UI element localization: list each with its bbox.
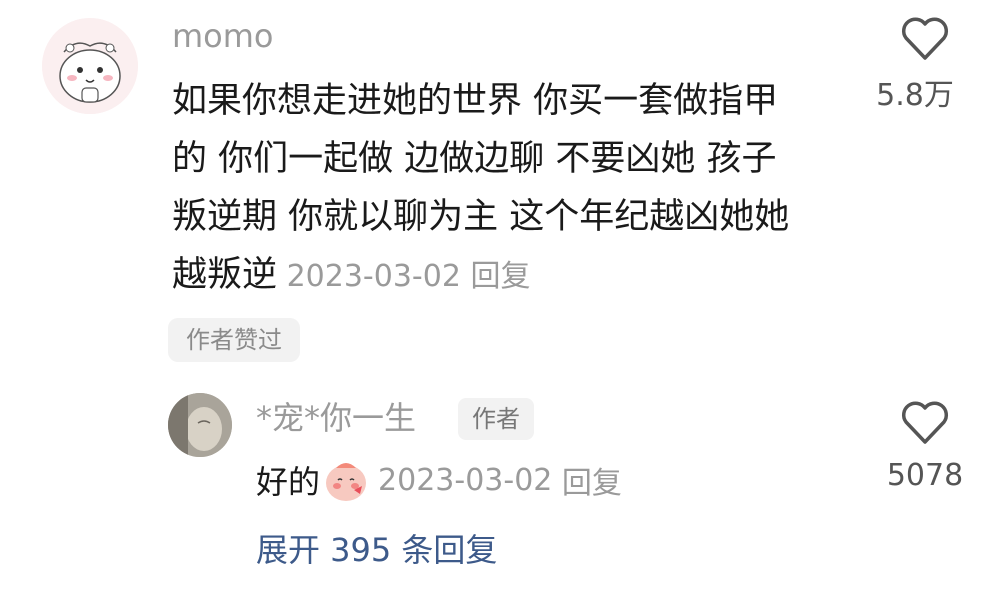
comment-line: 叛逆期 你就以聊为主 这个年纪越凶她她: [172, 197, 790, 237]
reply-button[interactable]: 回复: [562, 458, 622, 502]
reply-avatar[interactable]: [168, 393, 232, 457]
cartoon-avatar-icon: [42, 18, 138, 114]
commenter-avatar[interactable]: [42, 18, 138, 114]
comment-text: 如果你想走进她的世界 你买一套做指甲 的 你们一起做 边做边聊 不要凶她 孩子 …: [172, 72, 872, 306]
reply-text: 好的: [256, 463, 321, 501]
commenter-username[interactable]: momo: [172, 16, 274, 56]
reply-username[interactable]: *宠*你一生: [256, 396, 416, 440]
reply-like-button[interactable]: [900, 400, 950, 446]
reply-content: 好的 2023-03-02 回复: [256, 454, 622, 506]
heart-outline-icon: [901, 401, 949, 444]
heart-outline-icon: [901, 17, 949, 60]
blushing-face-emoji-icon: [322, 456, 370, 504]
comment-last-line: 越叛逆 2023-03-02 回复: [172, 246, 872, 306]
reply-date: 2023-03-02: [378, 462, 553, 498]
comment-date: 2023-03-02: [286, 259, 461, 294]
reply-like-count: 5078: [886, 458, 964, 493]
author-liked-badge: 作者赞过: [168, 318, 300, 362]
reply-button[interactable]: 回复: [470, 259, 530, 294]
like-count: 5.8万: [876, 78, 954, 113]
expand-replies-link[interactable]: 展开 395 条回复: [256, 528, 497, 572]
author-tag: 作者: [458, 398, 534, 440]
like-button[interactable]: [900, 16, 950, 62]
comment-line: 如果你想走进她的世界 你买一套做指甲: [172, 81, 779, 121]
photo-avatar-icon: [168, 393, 232, 457]
comment-line: 越叛逆: [172, 255, 278, 295]
comment-line: 的 你们一起做 边做边聊 不要凶她 孩子: [172, 139, 777, 179]
